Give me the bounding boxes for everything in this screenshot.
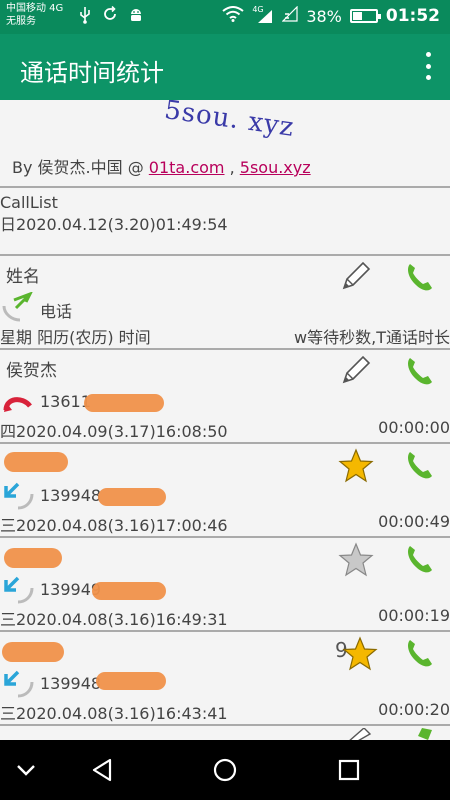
- call-log-row[interactable]: 9 139948 三2020.04.08(3.16)16:43:41 00:00…: [0, 632, 450, 726]
- phone-call-icon[interactable]: [402, 636, 436, 670]
- redaction-mark: [4, 452, 68, 472]
- captcha-image-text: 5sou. xyz: [162, 100, 297, 143]
- column-header: 姓名 电话 星期 阳历(农历) 时间 w等待秒数,T通话时长: [0, 256, 450, 350]
- link-01ta[interactable]: 01ta.com: [149, 158, 225, 177]
- signal-4g-icon: 4G: [252, 5, 274, 24]
- wifi-icon: [222, 6, 244, 26]
- back-icon[interactable]: [86, 754, 118, 786]
- byline-separator: ,: [224, 158, 240, 177]
- overflow-menu-icon[interactable]: [422, 52, 434, 80]
- recents-icon[interactable]: [333, 754, 365, 786]
- status-bar: 中国移动 4G 无服务 4G 38% 01:52: [0, 0, 450, 34]
- signal-bars-icon: [281, 5, 298, 26]
- sync-icon: [102, 5, 118, 28]
- phone-call-icon[interactable]: [402, 354, 436, 388]
- usb-icon: [78, 6, 92, 28]
- app-title: 通话时间统计: [20, 59, 164, 87]
- phone-number: 139948: [40, 674, 102, 693]
- call-duration: 00:00:20: [378, 700, 450, 719]
- phone-number: 139948: [40, 486, 102, 505]
- redaction-mark: [98, 488, 166, 506]
- byline-prefix: By 侯贺杰.中国 @: [12, 158, 149, 177]
- call-date: 四2020.04.09(3.17)16:08:50: [0, 422, 228, 441]
- incoming-call-icon: [4, 482, 34, 510]
- call-date: 三2020.04.08(3.16)16:49:31: [0, 610, 228, 629]
- call-log-row[interactable]: 侯贺杰 13611 四2020.04.09(3.17)16:08:50 00:0…: [0, 350, 450, 444]
- notification-icons: [78, 5, 144, 28]
- battery-icon: [349, 9, 381, 23]
- phone-call-icon[interactable]: [402, 542, 436, 576]
- system-indicators: 4G 38% 01:52: [222, 5, 440, 26]
- divider: [0, 724, 450, 726]
- redaction-mark: [92, 582, 166, 600]
- call-log-row[interactable]: 139949 三2020.04.08(3.16)16:49:31 00:00:1…: [0, 538, 450, 632]
- call-log-row[interactable]: 139948 三2020.04.08(3.16)17:00:46 00:00:4…: [0, 444, 450, 538]
- chevron-down-icon[interactable]: [10, 754, 42, 786]
- call-date: 三2020.04.08(3.16)17:00:46: [0, 516, 228, 535]
- unfavorited-star-icon[interactable]: [338, 542, 374, 578]
- redaction-mark: [96, 672, 166, 690]
- name-column-label: 姓名: [6, 267, 40, 287]
- favorite-star-icon[interactable]: [342, 636, 378, 672]
- phone-call-icon[interactable]: [402, 448, 436, 482]
- redaction-mark: [84, 394, 164, 412]
- redaction-mark: [4, 548, 62, 568]
- incoming-call-icon: [4, 576, 34, 604]
- calllist-info: CallList 日2020.04.12(3.20)01:49:54: [0, 192, 228, 236]
- call-date: 三2020.04.08(3.16)16:43:41: [0, 704, 228, 723]
- divider: [0, 186, 450, 188]
- call-duration: 00:00:19: [378, 606, 450, 625]
- byline: By 侯贺杰.中国 @ 01ta.com , 5sou.xyz: [12, 154, 311, 178]
- link-5sou[interactable]: 5sou.xyz: [240, 158, 311, 177]
- android-icon: [128, 6, 144, 28]
- call-duration: 00:00:00: [378, 418, 450, 437]
- redaction-mark: [2, 642, 64, 662]
- duration-column-label: w等待秒数,T通话时长: [294, 328, 450, 347]
- incoming-call-icon: [4, 670, 34, 698]
- main-content[interactable]: 5sou. xyz By 侯贺杰.中国 @ 01ta.com , 5sou.xy…: [0, 100, 450, 740]
- call-duration: 00:00:49: [378, 512, 450, 531]
- calllist-date: 日2020.04.12(3.20)01:49:54: [0, 215, 228, 234]
- missed-call-icon: [3, 397, 32, 412]
- carrier-status: 无服务: [6, 16, 36, 27]
- phone-call-icon: [418, 728, 432, 740]
- calllist-title: CallList: [0, 193, 58, 212]
- favorite-star-icon[interactable]: [338, 448, 374, 484]
- battery-percent: 38%: [306, 6, 342, 26]
- date-column-label: 星期 阳历(农历) 时间: [0, 328, 151, 347]
- clock: 01:52: [385, 6, 440, 26]
- edit-pencil-icon: [342, 261, 371, 290]
- carrier-name: 中国移动 4G: [6, 3, 64, 14]
- edit-pencil-icon: [349, 728, 372, 740]
- navigation-bar: [0, 740, 450, 800]
- contact-name: 侯贺杰: [6, 361, 57, 381]
- phone-column-label: 电话: [40, 302, 73, 321]
- app-bar: 通话时间统计: [0, 34, 450, 100]
- carrier-info: 中国移动 4G 无服务: [6, 2, 63, 28]
- call-type-arrow-icon: [2, 292, 33, 322]
- phone-call-icon: [408, 264, 432, 291]
- home-icon[interactable]: [209, 754, 241, 786]
- edit-pencil-icon[interactable]: [338, 354, 372, 388]
